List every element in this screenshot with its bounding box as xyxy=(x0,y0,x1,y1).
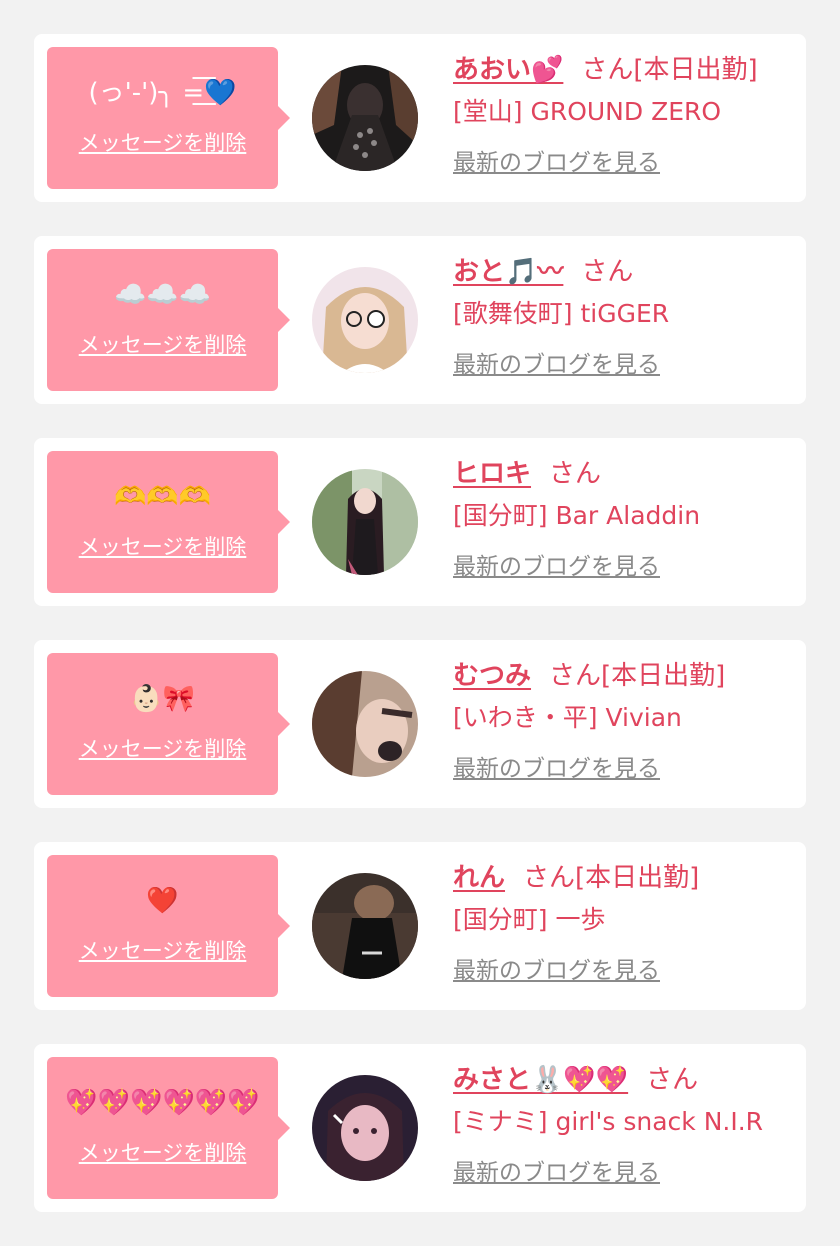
latest-blog-link[interactable]: 最新のブログを見る xyxy=(453,754,660,784)
delete-message-link[interactable]: メッセージを削除 xyxy=(47,129,278,157)
message-bubble: 💖💖💖💖💖💖 メッセージを削除 xyxy=(47,1057,290,1199)
message-text: ❤️ xyxy=(146,886,179,916)
honorific: さん xyxy=(549,459,602,489)
cast-name-link[interactable]: ヒロキ xyxy=(453,459,531,489)
status-label: [本日出勤] xyxy=(575,863,700,893)
delete-message-link[interactable]: メッセージを削除 xyxy=(47,937,278,965)
shop-name: [国分町] Bar Aladdin xyxy=(453,501,701,530)
message-text: (っ'-')╮ =͟͟͞͞💙 xyxy=(88,78,237,108)
cast-name-link[interactable]: みさと🐰💖💖 xyxy=(453,1065,628,1095)
latest-blog-link[interactable]: 最新のブログを見る xyxy=(453,552,660,582)
avatar[interactable] xyxy=(312,873,418,979)
shop-name: [歌舞伎町] tiGGER xyxy=(453,299,670,328)
avatar[interactable] xyxy=(312,65,418,171)
message-card: (っ'-')╮ =͟͟͞͞💙 メッセージを削除 あおい💕 さん[本日出勤] [堂山 xyxy=(34,34,806,202)
delete-message-link[interactable]: メッセージを削除 xyxy=(47,533,278,561)
message-text: 👶🏻🎀 xyxy=(130,684,195,714)
honorific: さん xyxy=(581,257,634,287)
card-info: れん さん[本日出勤] [国分町] 一歩 最新のブログを見る xyxy=(453,856,803,986)
message-text: ☁️☁️☁️ xyxy=(113,280,212,310)
shop-name: [いわき・平] Vivian xyxy=(453,703,682,732)
message-card: ☁️☁️☁️ メッセージを削除 おと🎵〰 さん [歌舞伎町] tiGGER 最新の… xyxy=(34,236,806,404)
avatar[interactable] xyxy=(312,1075,418,1181)
name-line: みさと🐰💖💖 さん xyxy=(453,1058,803,1102)
latest-blog-link[interactable]: 最新のブログを見る xyxy=(453,148,660,178)
card-info: ヒロキ さん [国分町] Bar Aladdin 最新のブログを見る xyxy=(453,452,803,582)
message-bubble: ❤️ メッセージを削除 xyxy=(47,855,290,997)
honorific: さん xyxy=(549,661,602,691)
message-list: (っ'-')╮ =͟͟͞͞💙 メッセージを削除 あおい💕 さん[本日出勤] [堂山 xyxy=(34,34,806,1246)
delete-message-link[interactable]: メッセージを削除 xyxy=(47,1139,278,1167)
cast-name-link[interactable]: むつみ xyxy=(453,661,531,691)
honorific: さん xyxy=(581,55,634,85)
message-card: 👶🏻🎀 メッセージを削除 むつみ さん[本日出勤] [いわき・平] Vivian … xyxy=(34,640,806,808)
card-info: おと🎵〰 さん [歌舞伎町] tiGGER 最新のブログを見る xyxy=(453,250,803,380)
name-line: むつみ さん[本日出勤] xyxy=(453,654,803,698)
cast-name-link[interactable]: おと🎵〰 xyxy=(453,257,563,287)
message-card: 💖💖💖💖💖💖 メッセージを削除 みさと🐰💖💖 さん [ミナミ] girl's sn… xyxy=(34,1044,806,1212)
avatar[interactable] xyxy=(312,267,418,373)
message-bubble: 👶🏻🎀 メッセージを削除 xyxy=(47,653,290,795)
delete-message-link[interactable]: メッセージを削除 xyxy=(47,735,278,763)
message-text: 💖💖💖💖💖💖 xyxy=(65,1088,260,1118)
card-info: みさと🐰💖💖 さん [ミナミ] girl's snack N.I.R 最新のブログ… xyxy=(453,1058,803,1188)
delete-message-link[interactable]: メッセージを削除 xyxy=(47,331,278,359)
avatar[interactable] xyxy=(312,469,418,575)
cast-name-link[interactable]: あおい💕 xyxy=(453,55,563,85)
message-text: 🫶🫶🫶 xyxy=(113,482,212,512)
name-line: あおい💕 さん[本日出勤] xyxy=(453,48,803,92)
shop-name: [堂山] GROUND ZERO xyxy=(453,97,722,126)
message-bubble: (っ'-')╮ =͟͟͞͞💙 メッセージを削除 xyxy=(47,47,290,189)
name-line: れん さん[本日出勤] xyxy=(453,856,803,900)
card-info: むつみ さん[本日出勤] [いわき・平] Vivian 最新のブログを見る xyxy=(453,654,803,784)
latest-blog-link[interactable]: 最新のブログを見る xyxy=(453,1158,660,1188)
avatar[interactable] xyxy=(312,671,418,777)
latest-blog-link[interactable]: 最新のブログを見る xyxy=(453,956,660,986)
latest-blog-link[interactable]: 最新のブログを見る xyxy=(453,350,660,380)
name-line: おと🎵〰 さん xyxy=(453,250,803,294)
message-bubble: ☁️☁️☁️ メッセージを削除 xyxy=(47,249,290,391)
message-card: ❤️ メッセージを削除 れん さん[本日出勤] [国分町] 一歩 最新のブログを見… xyxy=(34,842,806,1010)
honorific: さん xyxy=(523,863,576,893)
honorific: さん xyxy=(646,1065,699,1095)
shop-name: [ミナミ] girl's snack N.I.R xyxy=(453,1107,764,1136)
status-label: [本日出勤] xyxy=(601,661,726,691)
message-card: 🫶🫶🫶 メッセージを削除 ヒロキ さん [国分町] Bar Aladdin 最新の… xyxy=(34,438,806,606)
card-info: あおい💕 さん[本日出勤] [堂山] GROUND ZERO 最新のブログを見る xyxy=(453,48,803,178)
message-bubble: 🫶🫶🫶 メッセージを削除 xyxy=(47,451,290,593)
name-line: ヒロキ さん xyxy=(453,452,803,496)
status-label: [本日出勤] xyxy=(633,55,758,85)
shop-name: [国分町] 一歩 xyxy=(453,905,606,934)
cast-name-link[interactable]: れん xyxy=(453,863,505,893)
